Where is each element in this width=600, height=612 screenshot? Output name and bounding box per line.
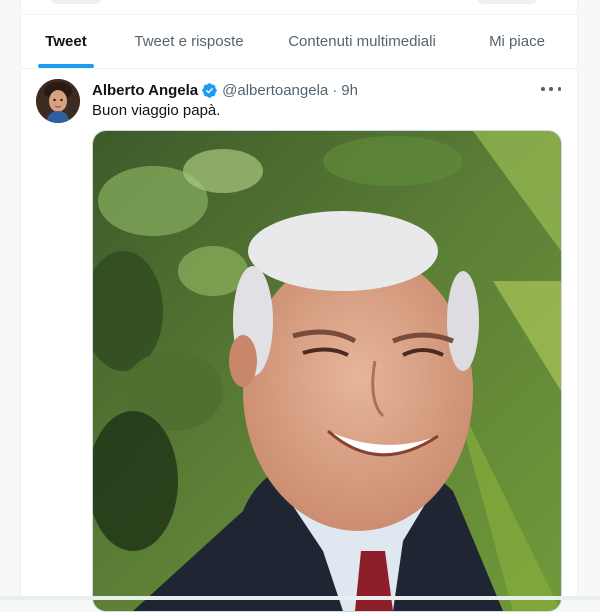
verified-badge-icon bbox=[201, 82, 218, 99]
tweet-timestamp[interactable]: 9h bbox=[341, 82, 358, 99]
timeline-column: Tweet Tweet e risposte Contenuti multime… bbox=[20, 0, 578, 612]
profile-tabs: Tweet Tweet e risposte Contenuti multime… bbox=[21, 14, 577, 69]
tab-mi-piace[interactable]: Mi piace bbox=[457, 14, 577, 68]
photo-image bbox=[93, 131, 561, 611]
tweet-text: Buon viaggio papà. bbox=[92, 102, 221, 119]
tab-tweet[interactable]: Tweet bbox=[21, 14, 111, 68]
author-handle[interactable]: @albertoangela bbox=[222, 82, 328, 99]
tab-contenuti-multimediali[interactable]: Contenuti multimediali bbox=[267, 14, 457, 68]
avatar-image bbox=[36, 79, 80, 123]
tab-tweet-label: Tweet bbox=[45, 32, 87, 50]
tab-tweet-e-risposte[interactable]: Tweet e risposte bbox=[111, 14, 267, 68]
tab-mi-piace-label: Mi piace bbox=[489, 32, 545, 50]
tab-tweet-e-risposte-label: Tweet e risposte bbox=[134, 32, 244, 50]
header-ghost-left bbox=[51, 0, 101, 4]
tweet-article[interactable]: Alberto Angela @albertoangela · 9h Buon … bbox=[21, 69, 577, 612]
author-name[interactable]: Alberto Angela bbox=[92, 82, 198, 99]
active-tab-indicator bbox=[38, 64, 94, 68]
bottom-divider bbox=[0, 596, 600, 600]
tweet-header: Alberto Angela @albertoangela · 9h bbox=[92, 80, 562, 100]
header-ghost-right bbox=[477, 0, 537, 4]
more-horizontal-icon[interactable] bbox=[541, 82, 561, 96]
tab-contenuti-multimediali-label: Contenuti multimediali bbox=[288, 32, 436, 50]
header-strip bbox=[21, 0, 577, 15]
avatar[interactable] bbox=[36, 79, 80, 123]
tweet-photo[interactable] bbox=[92, 130, 562, 612]
separator-dot: · bbox=[332, 81, 338, 99]
